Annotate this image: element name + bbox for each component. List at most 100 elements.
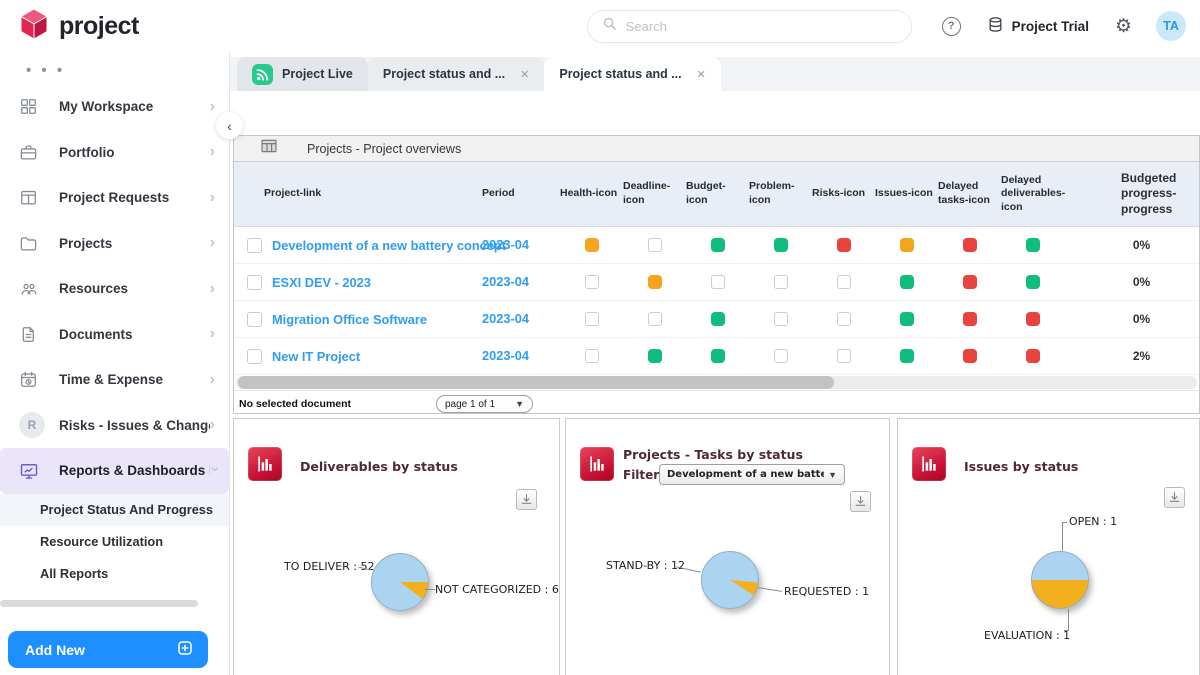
search-box[interactable] bbox=[587, 10, 912, 43]
download-chart-button[interactable] bbox=[516, 489, 537, 510]
search-input[interactable] bbox=[626, 19, 897, 34]
download-chart-button[interactable] bbox=[850, 491, 871, 512]
problem-icon-empty bbox=[774, 349, 788, 363]
column-header-budget-icon[interactable]: Budget-icon bbox=[686, 180, 749, 207]
budget-icon-green bbox=[711, 312, 725, 326]
workspace-grid-icon bbox=[19, 97, 45, 116]
tab-strip: Project LiveProject status and ...✕Proje… bbox=[230, 57, 1200, 91]
sidebar-subitem-resource-utilization[interactable]: Resource Utilization bbox=[0, 526, 229, 558]
project-requests-icon bbox=[19, 188, 45, 207]
page-select[interactable]: page 1 of 1 ▼ bbox=[436, 395, 533, 413]
column-header-project-link[interactable]: Project-link bbox=[234, 187, 482, 201]
sidebar-subitem-label: All Reports bbox=[40, 566, 108, 581]
column-header-delayed-tasks-icon[interactable]: Delayed tasks-icon bbox=[938, 180, 1001, 207]
column-header-period[interactable]: Period bbox=[482, 187, 560, 201]
tab-project-status-and-1[interactable]: Project status and ... ✕ bbox=[368, 57, 544, 91]
tab-label: Project status and ... bbox=[383, 67, 505, 81]
chevron-right-icon: › bbox=[210, 416, 219, 434]
pie-label: EVALUATION : 1 bbox=[984, 629, 1070, 642]
chart-icon bbox=[248, 447, 282, 481]
table-row-migration-office-software: Migration Office Software2023-040% bbox=[234, 301, 1199, 338]
database-icon bbox=[987, 16, 1004, 36]
help-icon[interactable]: ? bbox=[942, 17, 961, 36]
row-checkbox[interactable] bbox=[247, 238, 262, 253]
column-header-deadline-icon[interactable]: Deadline-icon bbox=[623, 180, 686, 207]
chevron-down-icon: › bbox=[205, 466, 223, 475]
sidebar-nav: My Workspace›Portfolio›Project Requests›… bbox=[0, 84, 229, 494]
column-header-problem-icon[interactable]: Problem-icon bbox=[749, 180, 812, 207]
app-logo[interactable]: project bbox=[18, 7, 139, 46]
chevron-right-icon: › bbox=[210, 280, 219, 298]
sidebar-item-risks-issues-change-re[interactable]: RRisks - Issues & Change Re...› bbox=[0, 403, 229, 449]
sidebar-item-label: Documents bbox=[45, 327, 210, 342]
sidebar-item-time-expense[interactable]: Time & Expense› bbox=[0, 357, 229, 403]
tab-label: Project Live bbox=[282, 67, 353, 81]
close-icon[interactable]: ✕ bbox=[520, 68, 529, 81]
chevron-down-icon: ▼ bbox=[515, 399, 524, 409]
delayed-deliverables-icon-green bbox=[1026, 238, 1040, 252]
sidebar-item-resources[interactable]: Resources› bbox=[0, 266, 229, 312]
column-header-health-icon[interactable]: Health-icon bbox=[560, 187, 623, 201]
download-chart-button[interactable] bbox=[1164, 487, 1185, 508]
chart-icon bbox=[580, 447, 614, 481]
health-icon-empty bbox=[585, 312, 599, 326]
tab-project-live-0[interactable]: Project Live bbox=[237, 57, 368, 91]
column-header-delayed-deliverables-icon[interactable]: Delayed deliverables-icon bbox=[1001, 174, 1064, 215]
row-checkbox[interactable] bbox=[247, 312, 262, 327]
delayed-tasks-icon-red bbox=[963, 312, 977, 326]
card-title: Issues by status bbox=[964, 459, 1078, 474]
pie-connector bbox=[758, 587, 782, 592]
table-hscrollbar-thumb[interactable] bbox=[238, 376, 834, 389]
issues-icon-green bbox=[900, 275, 914, 289]
row-checkbox[interactable] bbox=[247, 349, 262, 364]
issues-pie-chart[interactable] bbox=[1031, 551, 1089, 609]
sidebar-item-label: Portfolio bbox=[45, 145, 210, 160]
column-header-budgeted-progress-progress[interactable]: Budgeted progress-progress bbox=[1064, 171, 1199, 218]
sidebar-item-reports-dashboards-lib[interactable]: Reports & Dashboards Lib...› bbox=[0, 448, 229, 494]
chevron-right-icon: › bbox=[210, 143, 219, 161]
deliverables-pie-chart[interactable] bbox=[371, 553, 429, 611]
delayed-deliverables-icon-red bbox=[1026, 312, 1040, 326]
chevron-right-icon: › bbox=[210, 371, 219, 389]
project-filter-dropdown[interactable]: Development of a new battery concept ▼ bbox=[659, 464, 845, 485]
column-header-risks-icon[interactable]: Risks-icon bbox=[812, 187, 875, 201]
period-value: 2023-04 bbox=[482, 237, 529, 252]
pie-connector bbox=[1064, 630, 1069, 631]
risks-icon-empty bbox=[837, 349, 851, 363]
budgeted-progress-value: 0% bbox=[1064, 275, 1199, 289]
sidebar-scrollbar[interactable] bbox=[0, 600, 198, 607]
avatar[interactable]: TA bbox=[1156, 11, 1186, 41]
sidebar-item-projects[interactable]: Projects› bbox=[0, 221, 229, 267]
budgeted-progress-value: 2% bbox=[1064, 349, 1199, 363]
sidebar-collapse-button[interactable]: ‹ bbox=[216, 112, 243, 139]
project-trial[interactable]: Project Trial bbox=[987, 16, 1089, 36]
sidebar-subitem-project-status-and-progress[interactable]: Project Status And Progress bbox=[0, 494, 229, 526]
sidebar-item-documents[interactable]: Documents› bbox=[0, 312, 229, 358]
project-link[interactable]: Migration Office Software bbox=[272, 312, 427, 327]
issues-icon-green bbox=[900, 312, 914, 326]
table-icon bbox=[261, 139, 277, 158]
sidebar-item-my-workspace[interactable]: My Workspace› bbox=[0, 84, 229, 130]
sidebar-subitem-all-reports[interactable]: All Reports bbox=[0, 558, 229, 590]
project-link[interactable]: ESXI DEV - 2023 bbox=[272, 275, 371, 290]
pie-connector bbox=[1062, 522, 1063, 551]
table-body: Development of a new battery concept2023… bbox=[234, 227, 1199, 375]
sidebar-overflow-dots[interactable]: • • • bbox=[0, 52, 229, 84]
project-link[interactable]: Development of a new battery concept bbox=[272, 238, 506, 253]
add-new-button[interactable]: Add New bbox=[8, 631, 208, 668]
project-link[interactable]: New IT Project bbox=[272, 349, 360, 364]
search-icon bbox=[602, 16, 617, 36]
pie-label: REQUESTED : 1 bbox=[784, 585, 869, 598]
tasks-pie-chart[interactable] bbox=[701, 551, 759, 609]
sidebar-item-portfolio[interactable]: Portfolio› bbox=[0, 130, 229, 176]
problem-icon-empty bbox=[774, 275, 788, 289]
dashboard-row: Deliverables by status TO DELIVER : 52 N… bbox=[233, 418, 1200, 675]
sidebar-item-project-requests[interactable]: Project Requests› bbox=[0, 175, 229, 221]
row-checkbox[interactable] bbox=[247, 275, 262, 290]
issues-icon-green bbox=[900, 349, 914, 363]
tab-project-status-and-2[interactable]: Project status and ...✕ bbox=[544, 57, 720, 91]
gear-icon[interactable]: ⚙ bbox=[1115, 17, 1132, 36]
panel-title: Projects - Project overviews bbox=[307, 142, 461, 156]
column-header-issues-icon[interactable]: Issues-icon bbox=[875, 187, 938, 201]
close-icon[interactable]: ✕ bbox=[697, 68, 706, 81]
